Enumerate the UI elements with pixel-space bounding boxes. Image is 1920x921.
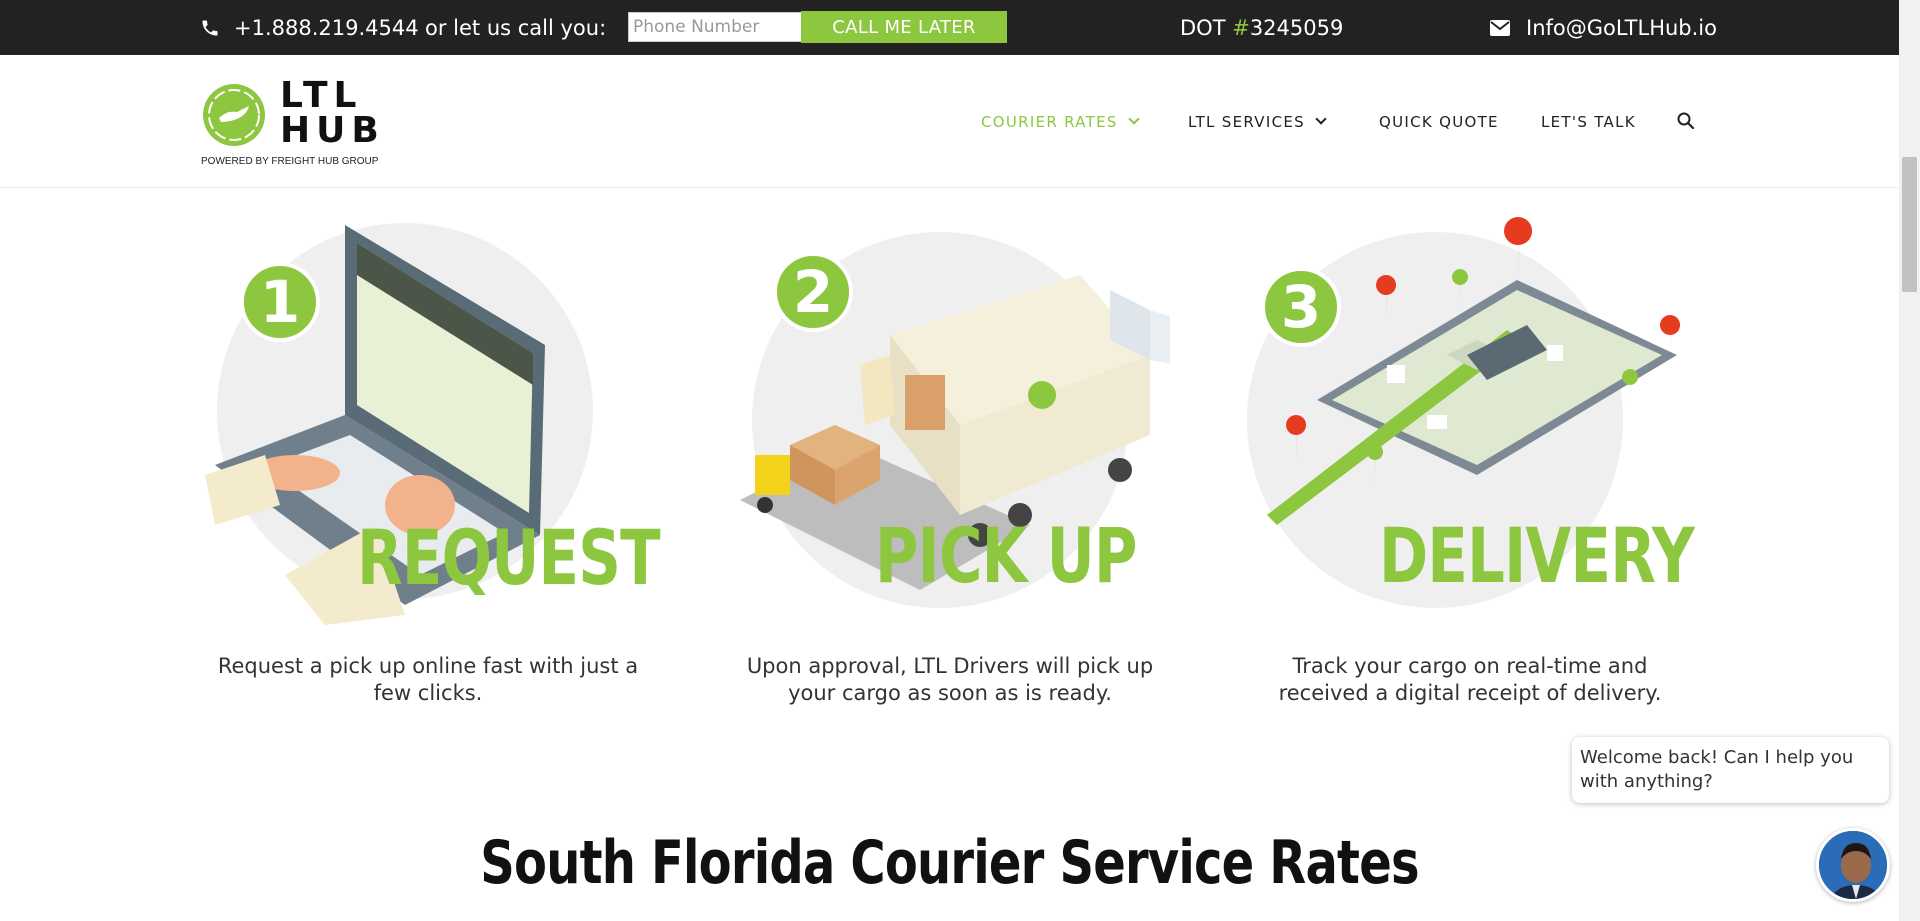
call-prompt: or let us call you: — [425, 15, 607, 40]
logo-line-2: HUB — [280, 110, 385, 151]
phone-icon — [202, 20, 218, 35]
email-link[interactable]: Info@GoLTLHub.io — [1526, 16, 1717, 40]
section-title: South Florida Courier Service Rates — [480, 828, 1419, 898]
step-description: Track your cargo on real-time and receiv… — [1278, 654, 1662, 705]
top-contact-bar: +1.888.219.4544 or let us call you: CALL… — [0, 0, 1899, 55]
step-number-badge: 1 — [240, 262, 320, 342]
step-description: Upon approval, LTL Drivers will pick up … — [746, 654, 1154, 705]
nav-lets-talk[interactable]: LET'S TALK — [1541, 113, 1636, 131]
step-description: Request a pick up online fast with just … — [217, 654, 639, 705]
nav-label: COURIER RATES — [981, 113, 1118, 131]
logo-line-1: LTL — [280, 75, 363, 116]
dot-hash: # — [1232, 15, 1250, 40]
logo-wordmark: LTL HUB — [280, 75, 385, 151]
page-scrollbar[interactable] — [1899, 0, 1920, 921]
nav-quick-quote[interactable]: QUICK QUOTE — [1379, 113, 1499, 131]
step-title: REQUEST — [357, 513, 661, 602]
phone-number[interactable]: +1.888.219.4544 — [234, 16, 419, 40]
nav-label: LTL SERVICES — [1188, 113, 1305, 131]
step-number-badge: 3 — [1261, 267, 1341, 347]
chat-agent-avatar[interactable] — [1816, 828, 1890, 902]
step-title: DELIVERY — [1379, 511, 1695, 600]
dot-number: DOT #3245059 — [1180, 0, 1343, 55]
step-request: 1 REQUEST — [205, 215, 661, 635]
mail-icon — [1490, 19, 1510, 36]
call-me-later-button[interactable]: CALL ME LATER — [801, 11, 1007, 43]
step-title: PICK UP — [875, 511, 1137, 600]
scrollbar-thumb[interactable] — [1902, 157, 1917, 292]
agent-avatar-icon — [1819, 831, 1887, 899]
logo-mark — [203, 84, 265, 146]
logo-hand-icon — [208, 89, 260, 141]
search-icon[interactable] — [1676, 111, 1696, 131]
dot-label: DOT — [1180, 15, 1233, 40]
phone-contact[interactable]: +1.888.219.4544 — [200, 0, 419, 55]
phone-number-input[interactable] — [628, 12, 802, 42]
step-delivery: 3 DELIVERY — [1247, 215, 1695, 635]
email-contact[interactable]: Info@GoLTLHub.io — [1490, 0, 1717, 55]
nav-label: LET'S TALK — [1541, 113, 1636, 131]
nav-courier-rates[interactable]: COURIER RATES — [981, 113, 1140, 131]
nav-label: QUICK QUOTE — [1379, 113, 1499, 131]
logo-tagline: POWERED BY FREIGHT HUB GROUP — [201, 156, 379, 167]
site-logo[interactable]: LTL HUB POWERED BY FREIGHT HUB GROUP — [200, 78, 400, 174]
nav-ltl-services[interactable]: LTL SERVICES — [1188, 113, 1327, 131]
dot-value: 3245059 — [1249, 15, 1344, 40]
chat-welcome-bubble[interactable]: Welcome back! Can I help you with anythi… — [1572, 737, 1889, 803]
chevron-down-icon — [1315, 113, 1327, 125]
site-header: LTL HUB POWERED BY FREIGHT HUB GROUP COU… — [0, 55, 1899, 188]
step-number-badge: 2 — [773, 252, 853, 332]
step-pick-up: 2 PICK UP — [730, 215, 1170, 635]
chevron-down-icon — [1128, 113, 1140, 125]
